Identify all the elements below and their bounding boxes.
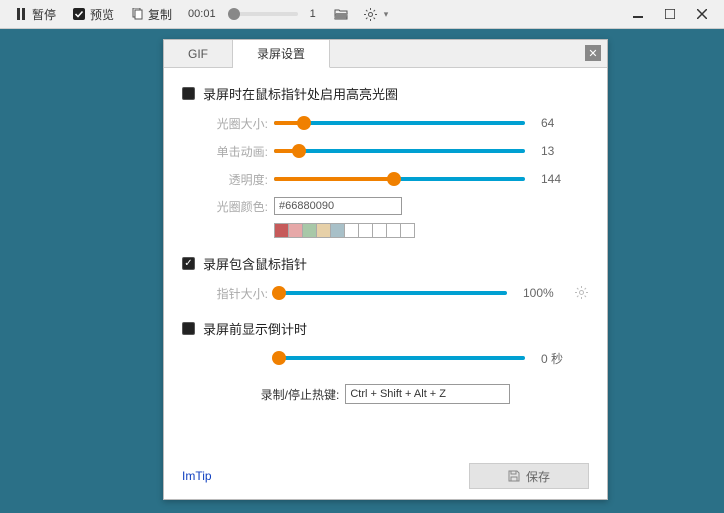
- tab-record-settings[interactable]: 录屏设置: [233, 40, 330, 68]
- pointer-checkbox[interactable]: [182, 257, 195, 270]
- gear-icon: [364, 7, 378, 21]
- copy-label: 复制: [148, 6, 172, 23]
- color-swatches: [274, 223, 589, 238]
- color-swatch[interactable]: [316, 223, 331, 238]
- color-swatch[interactable]: [386, 223, 401, 238]
- main-toolbar: 暂停 预览 复制 00:01 1 ▾: [0, 0, 724, 29]
- seek-slider[interactable]: [228, 12, 298, 16]
- color-swatch[interactable]: [302, 223, 317, 238]
- highlight-checkbox[interactable]: [182, 87, 195, 100]
- section-countdown: 录屏前显示倒计时 0 秒: [182, 319, 589, 368]
- chevron-down-icon: ▾: [384, 9, 389, 20]
- dialog-content: 录屏时在鼠标指针处启用高亮光圈 光圈大小: 64 单击动画: 13 透明度: 1…: [164, 68, 607, 453]
- countdown-title: 录屏前显示倒计时: [203, 319, 307, 338]
- opacity-value: 144: [541, 172, 589, 186]
- opacity-label: 透明度:: [202, 171, 268, 188]
- preview-button[interactable]: 预览: [66, 3, 120, 26]
- pointer-title: 录屏包含鼠标指针: [203, 254, 307, 273]
- section-highlight: 录屏时在鼠标指针处启用高亮光圈 光圈大小: 64 单击动画: 13 透明度: 1…: [182, 84, 589, 238]
- settings-dialog: GIF 录屏设置 ✕ 录屏时在鼠标指针处启用高亮光圈 光圈大小: 64 单击动画…: [163, 39, 608, 500]
- color-swatch[interactable]: [344, 223, 359, 238]
- copy-button[interactable]: 复制: [124, 3, 178, 26]
- close-button[interactable]: [688, 3, 716, 25]
- dialog-footer: ImTip 保存: [164, 453, 607, 499]
- folder-icon: [334, 7, 348, 21]
- hotkey-label: 录制/停止热键:: [261, 386, 340, 403]
- countdown-slider[interactable]: [274, 348, 525, 368]
- color-label: 光圈颜色:: [202, 198, 268, 215]
- tab-bar: GIF 录屏设置 ✕: [164, 40, 607, 68]
- pointer-size-value: 100%: [523, 286, 571, 300]
- hotkey-input[interactable]: [345, 384, 510, 404]
- pointer-gear-icon[interactable]: [575, 286, 589, 300]
- color-input[interactable]: [274, 197, 402, 215]
- size-slider[interactable]: [274, 113, 525, 133]
- click-slider[interactable]: [274, 141, 525, 161]
- pointer-size-slider[interactable]: [274, 283, 507, 303]
- check-icon: [72, 7, 86, 21]
- color-swatch[interactable]: [358, 223, 373, 238]
- pause-icon: [14, 7, 28, 21]
- countdown-value: 0 秒: [541, 350, 589, 367]
- save-button[interactable]: 保存: [469, 463, 589, 489]
- preview-label: 预览: [90, 6, 114, 23]
- highlight-title: 录屏时在鼠标指针处启用高亮光圈: [203, 84, 398, 103]
- copy-icon: [130, 7, 144, 21]
- pause-label: 暂停: [32, 6, 56, 23]
- imtip-link[interactable]: ImTip: [182, 469, 212, 483]
- open-button[interactable]: [328, 4, 354, 24]
- settings-button[interactable]: ▾: [358, 4, 395, 24]
- save-label: 保存: [526, 468, 550, 485]
- color-swatch[interactable]: [400, 223, 415, 238]
- time-display: 00:01: [188, 8, 216, 20]
- countdown-checkbox[interactable]: [182, 322, 195, 335]
- pause-button[interactable]: 暂停: [8, 3, 62, 26]
- color-swatch[interactable]: [288, 223, 303, 238]
- section-pointer: 录屏包含鼠标指针 指针大小: 100%: [182, 254, 589, 303]
- color-swatch[interactable]: [274, 223, 289, 238]
- frame-count: 1: [310, 8, 316, 20]
- click-label: 单击动画:: [202, 143, 268, 160]
- opacity-slider[interactable]: [274, 169, 525, 189]
- size-value: 64: [541, 116, 589, 130]
- color-swatch[interactable]: [330, 223, 345, 238]
- color-swatch[interactable]: [372, 223, 387, 238]
- minimize-button[interactable]: [624, 3, 652, 25]
- click-value: 13: [541, 144, 589, 158]
- tab-gif[interactable]: GIF: [164, 40, 233, 67]
- maximize-button[interactable]: [656, 3, 684, 25]
- save-icon: [508, 470, 520, 482]
- dialog-close-button[interactable]: ✕: [585, 45, 601, 61]
- pointer-size-label: 指针大小:: [202, 285, 268, 302]
- size-label: 光圈大小:: [202, 115, 268, 132]
